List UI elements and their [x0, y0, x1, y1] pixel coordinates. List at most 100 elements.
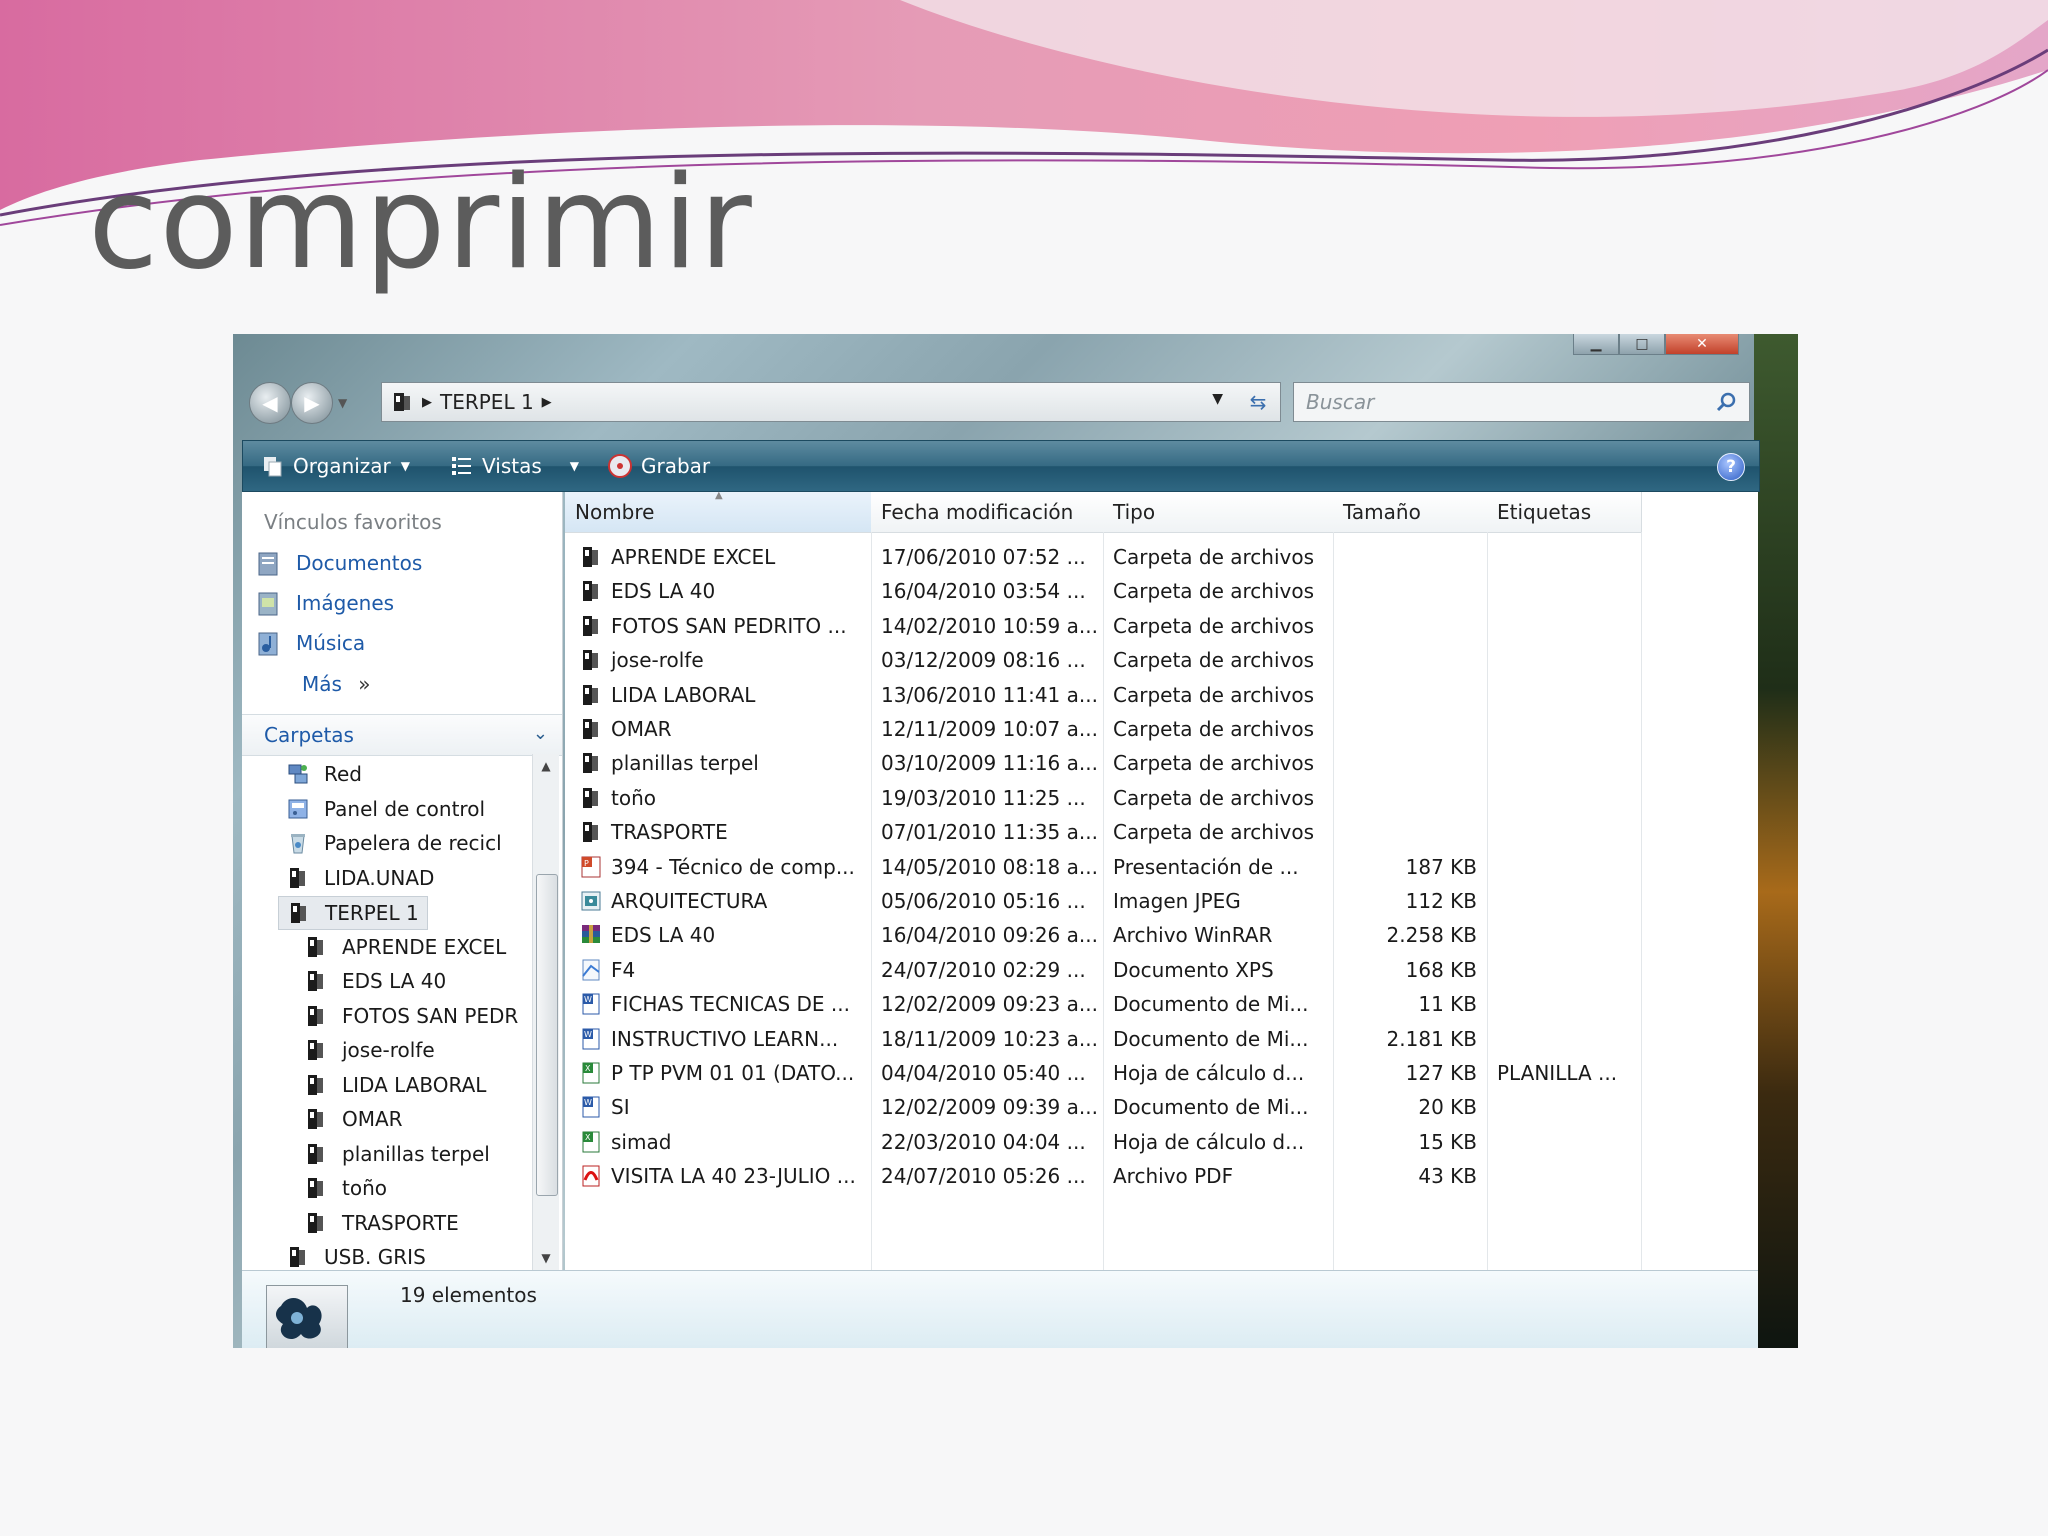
- organize-button[interactable]: Organizar ▼: [261, 454, 410, 478]
- organize-label: Organizar: [293, 454, 391, 478]
- file-row[interactable]: W FICHAS TECNICAS DE ... 12/02/2009 09:23 …: [565, 987, 1758, 1021]
- file-name-cell[interactable]: toño: [579, 781, 869, 815]
- file-name-cell[interactable]: W INSTRUCTIVO LEARN...: [579, 1022, 869, 1056]
- file-name-cell[interactable]: jose-rolfe: [579, 643, 869, 677]
- address-dropdown-icon[interactable]: ▼: [1212, 391, 1223, 407]
- maximize-button[interactable]: □: [1619, 334, 1665, 355]
- tree-item[interactable]: jose-rolfe: [304, 1034, 435, 1066]
- file-row[interactable]: Xsimad 22/03/2010 04:04 ... Hoja de cálcul…: [565, 1125, 1758, 1159]
- file-type: Carpeta de archivos: [1113, 785, 1315, 810]
- file-name-cell[interactable]: W SI: [579, 1090, 869, 1124]
- tree-item[interactable]: Papelera de recicl: [286, 827, 502, 859]
- favorite-pictures[interactable]: Imágenes: [256, 590, 394, 616]
- close-button[interactable]: ✕: [1665, 334, 1739, 355]
- file-row[interactable]: EDS LA 40 16/04/2010 09:26 a... Archivo Wi…: [565, 918, 1758, 952]
- file-row[interactable]: toño 19/03/2010 11:25 ... Carpeta de archi…: [565, 781, 1758, 815]
- favorite-music[interactable]: Música: [256, 630, 365, 656]
- column-header-size[interactable]: Tamaño: [1333, 492, 1488, 533]
- file-row[interactable]: X P TP PVM 01 01 (DATO... 04/04/2010 05:40…: [565, 1056, 1758, 1090]
- views-icon: [452, 457, 472, 475]
- refresh-button[interactable]: ⇆: [1236, 382, 1281, 422]
- scrollbar-thumb[interactable]: [536, 874, 558, 1196]
- file-row[interactable]: P 394 - Técnico de comp... 14/05/2010 08:1…: [565, 850, 1758, 884]
- tree-item[interactable]: APRENDE EXCEL: [304, 931, 506, 963]
- file-name-cell[interactable]: planillas terpel: [579, 746, 869, 780]
- word-icon: W: [579, 992, 603, 1016]
- file-name-cell[interactable]: LIDA LABORAL: [579, 678, 869, 712]
- file-row[interactable]: EDS LA 40 16/04/2010 03:54 ... Carpeta de …: [565, 574, 1758, 608]
- tree-scrollbar[interactable]: ▲ ▼: [532, 754, 559, 1270]
- scroll-down-icon[interactable]: ▼: [533, 1246, 559, 1270]
- favorite-label: Imágenes: [296, 591, 395, 615]
- tree-item[interactable]: Red: [286, 758, 362, 790]
- search-icon[interactable]: [1715, 391, 1737, 413]
- address-bar[interactable]: ▶ TERPEL 1 ▶ ▼: [381, 382, 1238, 422]
- file-name-cell[interactable]: VISITA LA 40 23-JULIO ...: [579, 1159, 869, 1193]
- tree-item[interactable]: FOTOS SAN PEDR: [304, 1000, 518, 1032]
- tree-item[interactable]: TERPEL 1: [278, 896, 428, 930]
- file-row[interactable]: APRENDE EXCEL 17/06/2010 07:52 ... Carpeta…: [565, 540, 1758, 574]
- history-dropdown[interactable]: ▼: [338, 396, 347, 410]
- minimize-button[interactable]: ▁: [1573, 334, 1619, 355]
- column-header-date[interactable]: Fecha modificación: [871, 492, 1104, 533]
- folders-header[interactable]: Carpetas ⌄: [242, 714, 562, 756]
- search-input[interactable]: Buscar: [1293, 382, 1750, 422]
- file-row[interactable]: VISITA LA 40 23-JULIO ... 24/07/2010 05:2…: [565, 1159, 1758, 1193]
- tree-item[interactable]: Panel de control: [286, 793, 485, 825]
- help-button[interactable]: ?: [1717, 453, 1745, 481]
- file-row[interactable]: planillas terpel 03/10/2009 11:16 a... Car…: [565, 746, 1758, 780]
- file-name-cell[interactable]: F4: [579, 953, 869, 987]
- file-size: 127 KB: [1405, 1061, 1477, 1085]
- file-row[interactable]: TRASPORTE 07/01/2010 11:35 a... Carpeta de…: [565, 815, 1758, 849]
- file-name-cell[interactable]: X P TP PVM 01 01 (DATO...: [579, 1056, 869, 1090]
- tree-item[interactable]: EDS LA 40: [304, 965, 446, 997]
- file-name-cell[interactable]: TRASPORTE: [579, 815, 869, 849]
- scroll-up-icon[interactable]: ▲: [533, 754, 559, 778]
- file-row[interactable]: OMAR 12/11/2009 10:07 a... Carpeta de arch…: [565, 712, 1758, 746]
- tree-item[interactable]: toño: [304, 1172, 387, 1204]
- file-row[interactable]: jose-rolfe 03/12/2009 08:16 ... Carpeta de…: [565, 643, 1758, 677]
- file-tags: [1497, 643, 1637, 677]
- column-header-name[interactable]: Nombre ▲: [565, 490, 872, 533]
- file-name-cell[interactable]: P 394 - Técnico de comp...: [579, 850, 869, 884]
- tree-item[interactable]: USB. GRIS: [286, 1241, 426, 1270]
- file-row[interactable]: F4 24/07/2010 02:29 ... Documento XPS 168 K…: [565, 953, 1758, 987]
- file-date: 16/04/2010 09:26 a...: [881, 923, 1098, 948]
- file-name-cell[interactable]: OMAR: [579, 712, 869, 746]
- tree-item[interactable]: LIDA LABORAL: [304, 1069, 486, 1101]
- file-type: Documento de Mi...: [1113, 1095, 1309, 1120]
- file-tags: PLANILLA ...: [1497, 1061, 1618, 1085]
- file-row[interactable]: ARQUITECTURA 05/06/2010 05:16 ... Imagen J…: [565, 884, 1758, 918]
- views-button[interactable]: Vistas ▼: [450, 454, 579, 478]
- favorite-documents[interactable]: Documentos: [256, 550, 422, 576]
- file-name-cell[interactable]: EDS LA 40: [579, 574, 869, 608]
- tree-item[interactable]: OMAR: [304, 1103, 403, 1135]
- file-name-cell[interactable]: APRENDE EXCEL: [579, 540, 869, 574]
- file-row[interactable]: W SI 12/02/2009 09:39 a... Documento de Mi.…: [565, 1090, 1758, 1124]
- file-name-cell[interactable]: ARQUITECTURA: [579, 884, 869, 918]
- file-name-cell[interactable]: Xsimad: [579, 1125, 869, 1159]
- tree-item[interactable]: LIDA.UNAD: [286, 862, 434, 894]
- tree-item[interactable]: TRASPORTE: [304, 1207, 459, 1239]
- forward-button[interactable]: ▶: [291, 382, 333, 424]
- chevron-down-icon[interactable]: ⌄: [533, 723, 548, 744]
- file-row[interactable]: LIDA LABORAL 13/06/2010 11:41 a... Carpeta…: [565, 678, 1758, 712]
- details-pane: 19 elementos: [242, 1270, 1758, 1348]
- breadcrumb-arrow-icon[interactable]: ▶: [422, 395, 432, 410]
- file-row[interactable]: FOTOS SAN PEDRITO ... 14/02/2010 10:59 a.…: [565, 609, 1758, 643]
- back-button[interactable]: ◀: [249, 382, 291, 424]
- column-header-tags[interactable]: Etiquetas: [1487, 492, 1642, 533]
- breadcrumb-terpel[interactable]: TERPEL 1: [440, 390, 534, 414]
- file-name-cell[interactable]: W FICHAS TECNICAS DE ...: [579, 987, 869, 1021]
- favorites-more-link[interactable]: Más »: [302, 672, 371, 696]
- file-name: INSTRUCTIVO LEARN...: [611, 1026, 839, 1051]
- burn-button[interactable]: Grabar: [607, 453, 710, 479]
- breadcrumb-arrow-icon[interactable]: ▶: [542, 395, 552, 410]
- column-header-type[interactable]: Tipo: [1103, 492, 1334, 533]
- svg-text:P: P: [584, 859, 589, 868]
- file-type: Carpeta de archivos: [1113, 613, 1315, 638]
- file-row[interactable]: W INSTRUCTIVO LEARN... 18/11/2009 10:23 a.…: [565, 1022, 1758, 1056]
- file-name-cell[interactable]: FOTOS SAN PEDRITO ...: [579, 609, 869, 643]
- file-name-cell[interactable]: EDS LA 40: [579, 918, 869, 952]
- tree-item[interactable]: planillas terpel: [304, 1138, 490, 1170]
